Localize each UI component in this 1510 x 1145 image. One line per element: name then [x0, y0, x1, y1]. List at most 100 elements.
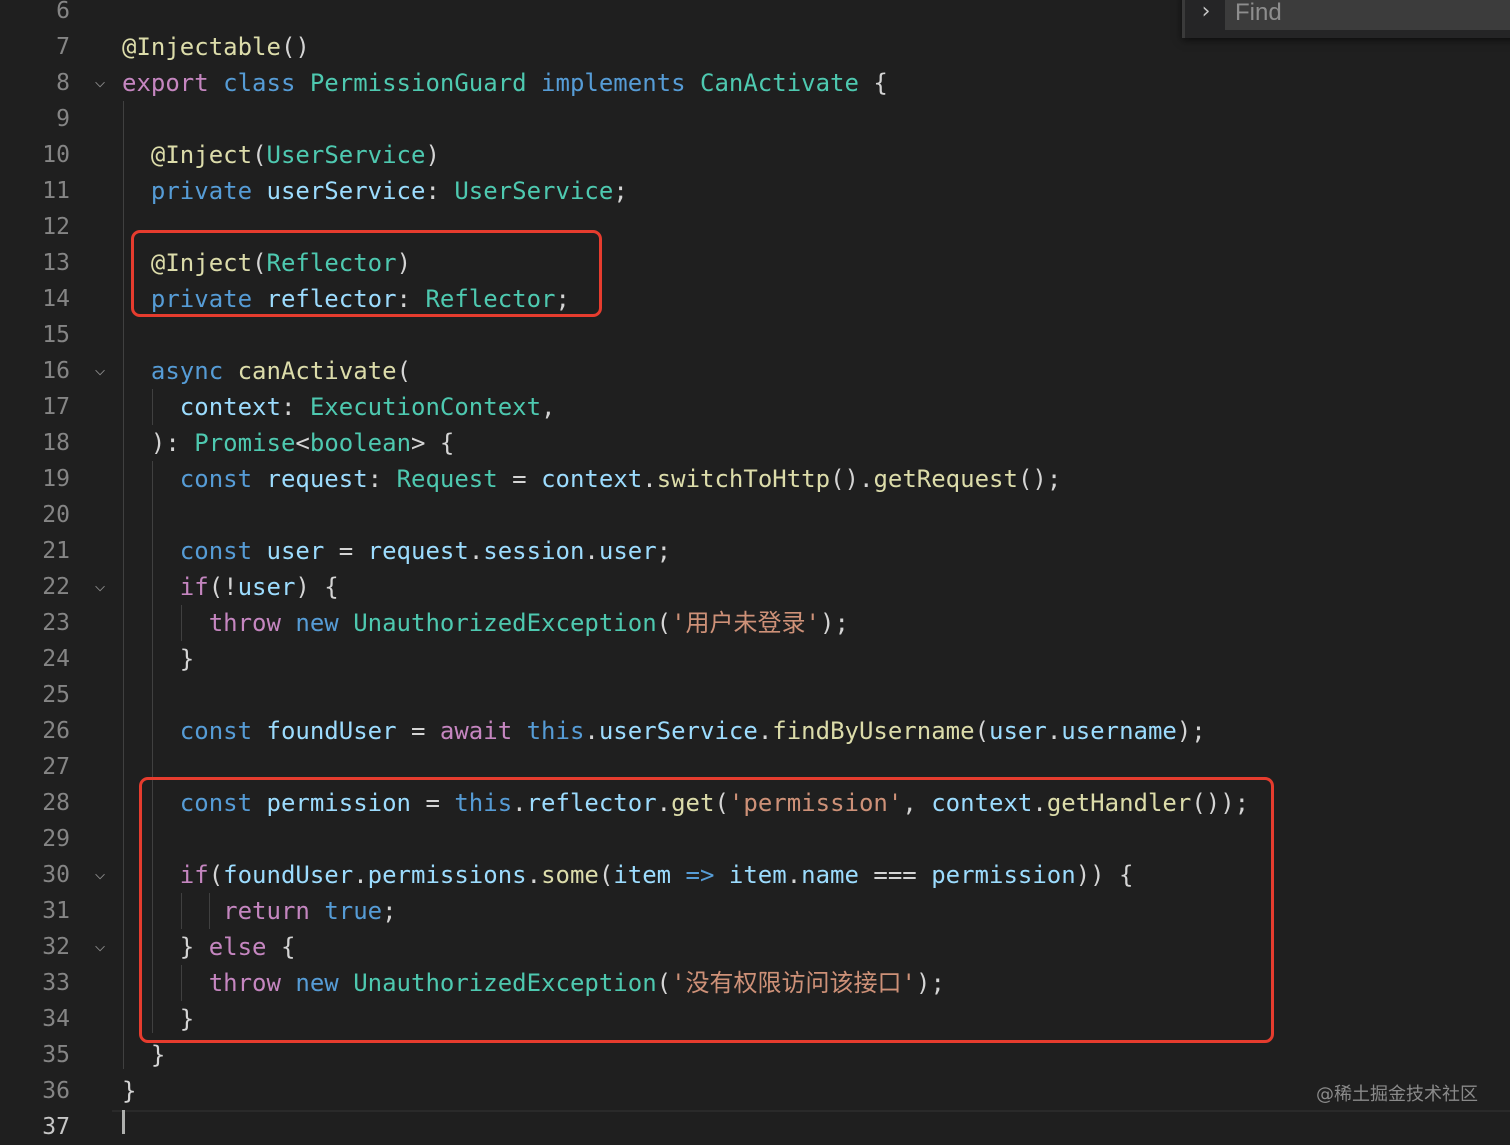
- line-number: 26: [42, 718, 70, 744]
- code-token: (: [252, 141, 267, 169]
- code-line[interactable]: 21 const user = request.session.user;: [0, 533, 1510, 569]
- code-token: ):: [150, 429, 195, 457]
- code-token: =: [396, 717, 440, 745]
- code-token: session: [483, 537, 585, 565]
- code-line[interactable]: 23 throw new UnauthorizedException('用户未登…: [0, 605, 1510, 641]
- line-number: 37: [42, 1114, 70, 1140]
- code-line[interactable]: 16 ⌵ async canActivate(: [0, 353, 1510, 389]
- code-token: .: [584, 537, 599, 565]
- code-token: :: [425, 177, 455, 205]
- line-number: 34: [42, 1006, 70, 1032]
- code-token: PermissionGuard: [309, 69, 542, 97]
- fold-chevron-icon[interactable]: ⌵: [89, 935, 111, 957]
- code-token: implements: [541, 69, 700, 97]
- code-line[interactable]: 9: [0, 101, 1510, 137]
- code-line[interactable]: 26 const foundUser = await this.userServ…: [0, 713, 1510, 749]
- line-number: 9: [56, 106, 70, 132]
- code-line[interactable]: 11 private userService: UserService;: [0, 173, 1510, 209]
- code-line[interactable]: 15: [0, 317, 1510, 353]
- text-cursor: [122, 1110, 125, 1134]
- code-token: username: [1061, 717, 1177, 745]
- code-text[interactable]: const foundUser = await this.userService…: [122, 713, 1206, 749]
- find-input[interactable]: [1225, 0, 1510, 30]
- code-token: export: [122, 69, 224, 97]
- code-line[interactable]: 19 const request: Request = context.swit…: [0, 461, 1510, 497]
- fold-chevron-icon[interactable]: ⌵: [89, 359, 111, 381]
- code-token: );: [1176, 717, 1206, 745]
- fold-chevron-icon[interactable]: ⌵: [89, 71, 111, 93]
- code-line[interactable]: 36}: [0, 1073, 1510, 1109]
- code-text[interactable]: }: [122, 1073, 136, 1109]
- code-text[interactable]: context: ExecutionContext,: [122, 389, 556, 425]
- code-token: context: [541, 465, 643, 493]
- code-text[interactable]: async canActivate(: [122, 353, 411, 389]
- code-token: new: [295, 609, 354, 637]
- code-text[interactable]: if(!user) {: [122, 569, 339, 605]
- code-text[interactable]: export class PermissionGuard implements …: [122, 65, 888, 101]
- line-number: 16: [42, 358, 70, 384]
- code-token: ,: [541, 393, 556, 421]
- code-line[interactable]: 24 }: [0, 641, 1510, 677]
- code-token: UserService: [266, 141, 426, 169]
- code-text[interactable]: const user = request.session.user;: [122, 533, 671, 569]
- code-token: const: [179, 537, 267, 565]
- code-text[interactable]: private userService: UserService;: [122, 173, 628, 209]
- code-line[interactable]: 22 ⌵ if(!user) {: [0, 569, 1510, 605]
- line-number: 36: [42, 1078, 70, 1104]
- code-line[interactable]: 25: [0, 677, 1510, 713]
- code-text[interactable]: @Injectable(): [122, 29, 310, 65]
- line-number: 17: [42, 394, 70, 420]
- line-number: 10: [42, 142, 70, 168]
- code-token: '用户未登录': [671, 609, 820, 637]
- line-number: 7: [56, 34, 70, 60]
- code-token: .: [642, 465, 657, 493]
- code-token: Request: [396, 465, 498, 493]
- find-widget: ›: [1182, 0, 1510, 38]
- line-number: 24: [42, 646, 70, 672]
- code-token: .: [757, 717, 773, 745]
- code-line[interactable]: 10 @Inject(UserService): [0, 137, 1510, 173]
- code-token: (!: [208, 573, 238, 601]
- code-token: ();: [1017, 465, 1062, 493]
- code-line[interactable]: 18 ): Promise<boolean> {: [0, 425, 1510, 461]
- code-token: ().: [830, 465, 874, 493]
- code-text[interactable]: const request: Request = context.switchT…: [122, 461, 1062, 497]
- chevron-right-icon[interactable]: ›: [1195, 0, 1217, 24]
- code-text[interactable]: }: [122, 641, 194, 677]
- code-line[interactable]: 20: [0, 497, 1510, 533]
- code-token: getRequest: [873, 465, 1018, 493]
- code-token: :: [367, 465, 397, 493]
- code-token: <: [295, 429, 310, 457]
- line-number: 21: [42, 538, 70, 564]
- line-number: 28: [42, 790, 70, 816]
- indent-guide: [181, 605, 182, 641]
- code-token: ) {: [295, 573, 339, 601]
- code-token: this: [526, 717, 585, 745]
- fold-chevron-icon[interactable]: ⌵: [89, 863, 111, 885]
- code-line[interactable]: 17 context: ExecutionContext,: [0, 389, 1510, 425]
- code-token: (: [656, 609, 672, 637]
- code-text[interactable]: throw new UnauthorizedException('用户未登录')…: [122, 605, 849, 641]
- code-text[interactable]: ): Promise<boolean> {: [122, 425, 454, 461]
- code-token: .: [468, 537, 484, 565]
- code-text[interactable]: @Inject(UserService): [122, 137, 440, 173]
- line-number: 14: [42, 286, 70, 312]
- code-token: }: [122, 1077, 137, 1105]
- code-token: @Injectable: [122, 33, 281, 61]
- code-line[interactable]: 8 ⌵ export class PermissionGuard implement…: [0, 65, 1510, 101]
- code-token: ;: [613, 177, 628, 205]
- code-token: userService: [598, 717, 758, 745]
- line-number: 19: [42, 466, 70, 492]
- code-editor[interactable]: 6 7 @Injectable() 8 ⌵ export class Permission…: [0, 0, 1510, 1140]
- line-number: 29: [42, 826, 70, 852]
- line-number: 33: [42, 970, 70, 996]
- code-token: .: [584, 717, 599, 745]
- code-token: await: [439, 717, 527, 745]
- fold-chevron-icon[interactable]: ⌵: [89, 575, 111, 597]
